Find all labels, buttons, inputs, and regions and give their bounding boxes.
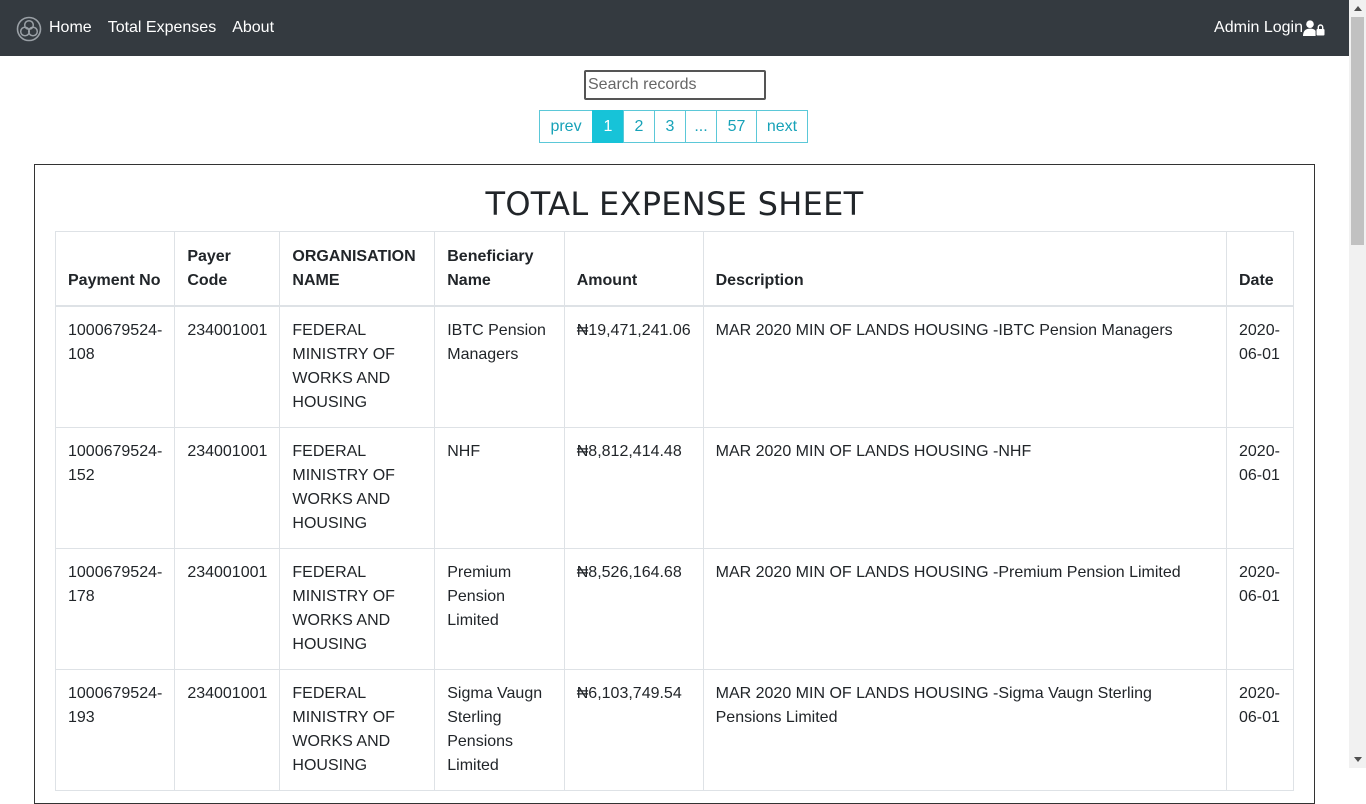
col-header-amount: Amount [563,231,704,307]
cell-date: 2020-06-01 [1226,305,1294,428]
cell-payer-code: 234001001 [174,305,281,428]
col-header-beneficiary-name: Beneficiary Name [434,231,565,307]
col-header-payment-no: Payment No [54,231,176,307]
scroll-up-arrow-icon[interactable] [1349,0,1366,17]
cell-organisation-name: FEDERAL MINISTRY OF WORKS AND HOUSING [279,426,436,549]
page-57-button[interactable]: 57 [716,110,757,143]
nav-total-expenses-link[interactable]: Total Expenses [108,19,217,37]
cell-description: MAR 2020 MIN OF LANDS HOUSING -Premium P… [702,547,1228,670]
cell-beneficiary-name: NHF [434,426,565,549]
cell-payment-no: 1000679524-193 [54,668,176,791]
vertical-scrollbar[interactable] [1349,0,1366,768]
cell-payer-code: 234001001 [174,426,281,549]
expense-table: Payment No Payer Code ORGANISATION NAME … [54,231,1294,791]
cell-payment-no: 1000679524-152 [54,426,176,549]
nav-links: Home Total Expenses About [49,0,290,56]
page-next-button[interactable]: next [756,110,808,143]
scroll-down-arrow-icon[interactable] [1349,751,1366,768]
cell-payment-no: 1000679524-178 [54,547,176,670]
table-row: 1000679524-108 234001001 FEDERAL MINISTR… [54,305,1294,428]
cell-amount: ₦19,471,241.06 [563,305,704,428]
page-ellipsis: ... [685,110,717,143]
admin-login-link[interactable]: Admin Login [1214,0,1325,56]
cell-amount: ₦8,526,164.68 [563,547,704,670]
cell-organisation-name: FEDERAL MINISTRY OF WORKS AND HOUSING [279,668,436,791]
page-1-button[interactable]: 1 [592,110,624,143]
cell-description: MAR 2020 MIN OF LANDS HOUSING -IBTC Pens… [702,305,1228,428]
cell-beneficiary-name: Premium Pension Limited [434,547,565,670]
col-header-description: Description [702,231,1228,307]
cell-organisation-name: FEDERAL MINISTRY OF WORKS AND HOUSING [279,305,436,428]
table-row: 1000679524-193 234001001 FEDERAL MINISTR… [54,668,1294,791]
cell-date: 2020-06-01 [1226,547,1294,670]
cell-beneficiary-name: IBTC Pension Managers [434,305,565,428]
table-row: 1000679524-152 234001001 FEDERAL MINISTR… [54,426,1294,549]
admin-login-label: Admin Login [1214,19,1303,36]
page-3-button[interactable]: 3 [654,110,686,143]
cell-amount: ₦8,812,414.48 [563,426,704,549]
cell-beneficiary-name: Sigma Vaugn Sterling Pensions Limited [434,668,565,791]
expense-sheet: TOTAL EXPENSE SHEET Payment No Payer Cod… [34,164,1315,804]
sheet-title: TOTAL EXPENSE SHEET [485,185,864,223]
pagination: prev 1 2 3 ... 57 next [539,110,808,143]
page-2-button[interactable]: 2 [623,110,655,143]
col-header-organisation-name: ORGANISATION NAME [279,231,436,307]
search-input[interactable] [584,70,766,100]
col-header-payer-code: Payer Code [174,231,281,307]
cell-payment-no: 1000679524-108 [54,305,176,428]
cell-date: 2020-06-01 [1226,668,1294,791]
user-lock-icon [1303,20,1325,36]
cell-payer-code: 234001001 [174,547,281,670]
cell-date: 2020-06-01 [1226,426,1294,549]
logo-icon[interactable] [16,16,42,42]
table-row: 1000679524-178 234001001 FEDERAL MINISTR… [54,547,1294,670]
table-header-row: Payment No Payer Code ORGANISATION NAME … [54,231,1294,307]
cell-organisation-name: FEDERAL MINISTRY OF WORKS AND HOUSING [279,547,436,670]
cell-amount: ₦6,103,749.54 [563,668,704,791]
nav-home-link[interactable]: Home [49,19,92,37]
nav-about-link[interactable]: About [232,19,274,37]
cell-description: MAR 2020 MIN OF LANDS HOUSING -Sigma Vau… [702,668,1228,791]
navbar: Home Total Expenses About Admin Login [0,0,1349,56]
scrollbar-thumb[interactable] [1351,17,1364,245]
col-header-date: Date [1226,231,1294,307]
page-prev-button[interactable]: prev [539,110,593,143]
cell-description: MAR 2020 MIN OF LANDS HOUSING -NHF [702,426,1228,549]
cell-payer-code: 234001001 [174,668,281,791]
